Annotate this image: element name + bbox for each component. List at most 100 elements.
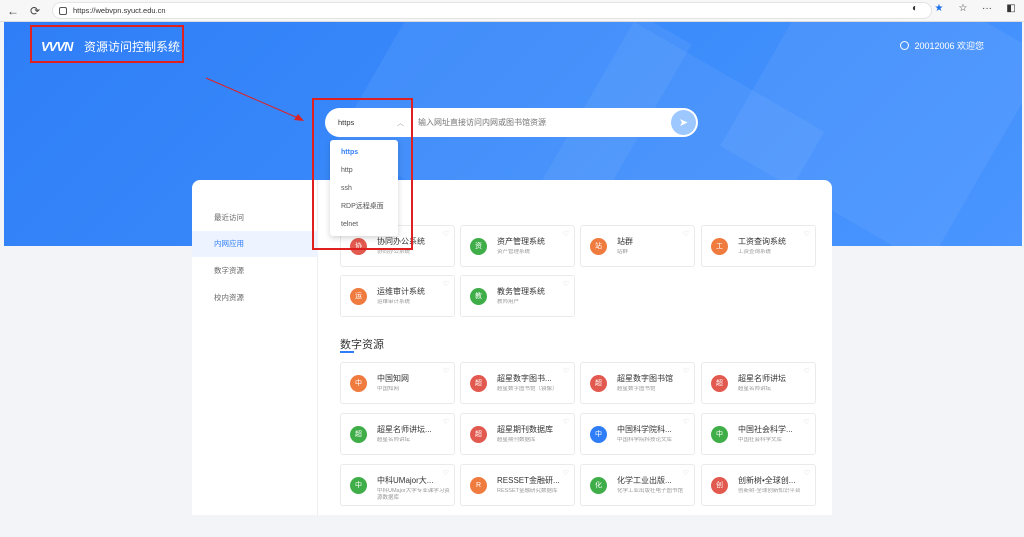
address-bar[interactable]: https://webvpn.syuct.edu.cn — [52, 2, 932, 19]
resource-card[interactable]: 中 中科UMajor大... 中科UMajor大学专业课学习资源数据库 ♡ — [340, 464, 455, 506]
app-subtitle: 资产管理系统 — [497, 249, 531, 255]
sidebar: 最近访问 内网应用 数字资源 校内资源 — [192, 180, 318, 515]
resource-badge: 超 — [350, 426, 367, 443]
resource-card[interactable]: 化 化学工业出版... 化学工业出版社电子图书馆 ♡ — [580, 464, 695, 506]
lock-icon — [59, 6, 67, 15]
resource-subtitle: 化学工业出版社电子图书馆 — [617, 488, 684, 494]
favorite-heart-icon[interactable]: ♡ — [563, 469, 569, 477]
more-icon[interactable]: ··· — [980, 3, 994, 14]
app-card[interactable]: 资 资产管理系统 资产管理系统 ♡ — [460, 225, 575, 267]
resource-badge: 中 — [590, 426, 607, 443]
resource-subtitle: 超星名师讲坛 — [738, 386, 772, 392]
favorites-icon[interactable]: ☆ — [956, 3, 970, 14]
highlight-box-protocol — [312, 98, 413, 250]
app-title: 工资查询系统 — [738, 237, 786, 246]
resource-panel: 最近访问 内网应用 数字资源 校内资源 协 协同办公系统 协同办公系统 ♡ 资 … — [192, 180, 832, 515]
resource-card[interactable]: 超 超星期刊数据库 超星期刊数据库 ♡ — [460, 413, 575, 455]
app-title: 教务管理系统 — [497, 287, 545, 296]
resource-title: 超星数字图书... — [497, 374, 552, 383]
resource-title: 中国科学院科... — [617, 425, 672, 434]
resource-badge: 超 — [470, 375, 487, 392]
favorite-heart-icon[interactable]: ♡ — [804, 230, 810, 238]
app-title: 资产管理系统 — [497, 237, 545, 246]
resource-subtitle: 中国社会科学文库 — [738, 437, 783, 443]
favorite-heart-icon[interactable]: ♡ — [683, 230, 689, 238]
favorite-heart-icon[interactable]: ♡ — [804, 367, 810, 375]
resource-card[interactable]: 超 超星名师讲坛... 超星名师讲坛 ♡ — [340, 413, 455, 455]
app-title: 运维审计系统 — [377, 287, 425, 296]
resource-badge: 化 — [590, 477, 607, 494]
app-card[interactable]: 教 教务管理系统 教师用户 ♡ — [460, 275, 575, 317]
favorite-heart-icon[interactable]: ♡ — [443, 230, 449, 238]
sidebar-toggle-icon[interactable]: ◧ — [1004, 3, 1018, 14]
app-subtitle: 运维审计系统 — [377, 299, 411, 305]
back-icon[interactable]: ← — [4, 2, 22, 20]
resource-card[interactable]: 超 超星数字图书... 超星数字图书馆（镜像） ♡ — [460, 362, 575, 404]
resource-card[interactable]: 超 超星名师讲坛 超星名师讲坛 ♡ — [701, 362, 816, 404]
resource-badge: R — [470, 477, 487, 494]
star-icon[interactable]: ★ — [932, 3, 946, 14]
favorite-heart-icon[interactable]: ♡ — [443, 367, 449, 375]
resource-card[interactable]: R RESSET金融研... RESSET金融研究数据库 ♡ — [460, 464, 575, 506]
favorite-heart-icon[interactable]: ♡ — [683, 367, 689, 375]
url-text: https://webvpn.syuct.edu.cn — [73, 6, 166, 15]
favorite-heart-icon[interactable]: ♡ — [563, 367, 569, 375]
resource-subtitle: 超星数字图书馆 — [617, 386, 656, 392]
favorite-heart-icon[interactable]: ♡ — [563, 280, 569, 288]
paper-plane-icon: ➤ — [678, 117, 689, 129]
user-label: 20012006 欢迎您 — [914, 41, 984, 51]
resource-subtitle: 超星期刊数据库 — [497, 437, 536, 443]
resource-title: 创新树•全球创... — [738, 476, 796, 485]
app-card[interactable]: 工 工资查询系统 工资查询系统 ♡ — [701, 225, 816, 267]
reload-icon[interactable]: ⟳ — [26, 2, 44, 20]
favorite-heart-icon[interactable]: ♡ — [443, 469, 449, 477]
resource-subtitle: 超星名师讲坛 — [377, 437, 411, 443]
resource-card[interactable]: 超 超星数字图书馆 超星数字图书馆 ♡ — [580, 362, 695, 404]
favorite-heart-icon[interactable]: ♡ — [683, 469, 689, 477]
user-icon — [900, 41, 910, 50]
search-input[interactable] — [418, 118, 658, 127]
favorite-heart-icon[interactable]: ♡ — [443, 418, 449, 426]
app-subtitle: 协同办公系统 — [377, 249, 411, 255]
resource-badge: 中 — [350, 477, 367, 494]
sidebar-item-digital[interactable]: 数字资源 — [192, 258, 318, 284]
resource-title: 超星数字图书馆 — [617, 374, 673, 383]
app-card[interactable]: 站 站群 站群 ♡ — [580, 225, 695, 267]
app-subtitle: 工资查询系统 — [738, 249, 772, 255]
resource-card[interactable]: 中 中国社会科学... 中国社会科学文库 ♡ — [701, 413, 816, 455]
favorite-heart-icon[interactable]: ♡ — [563, 418, 569, 426]
resource-title: 中国社会科学... — [738, 425, 793, 434]
resource-title: 超星名师讲坛... — [377, 425, 432, 434]
app-badge: 运 — [350, 288, 367, 305]
app-badge: 资 — [470, 238, 487, 255]
user-info[interactable]: 20012006 欢迎您 — [900, 39, 984, 52]
resource-badge: 超 — [590, 375, 607, 392]
sidebar-item-intranet[interactable]: 内网应用 — [192, 231, 318, 257]
resource-title: 中国知网 — [377, 374, 409, 383]
resource-subtitle: RESSET金融研究数据库 — [497, 488, 558, 494]
favorite-heart-icon[interactable]: ♡ — [804, 418, 810, 426]
sidebar-item-recent[interactable]: 最近访问 — [192, 205, 318, 231]
resource-title: 超星名师讲坛 — [738, 374, 786, 383]
resource-subtitle: 中科UMajor大学专业课学习资源数据库 — [377, 488, 450, 501]
resource-subtitle: 创新树-全球创新知识平台 — [738, 488, 801, 494]
resource-card[interactable]: 中 中国知网 中国知网 ♡ — [340, 362, 455, 404]
app-badge: 教 — [470, 288, 487, 305]
favorite-heart-icon[interactable]: ♡ — [563, 230, 569, 238]
app-card[interactable]: 运 运维审计系统 运维审计系统 ♡ — [340, 275, 455, 317]
favorite-heart-icon[interactable]: ♡ — [804, 469, 810, 477]
send-button[interactable]: ➤ — [671, 110, 696, 135]
resource-card[interactable]: 中 中国科学院科... 中国科学院科技论文库 ♡ — [580, 413, 695, 455]
site-logo[interactable]: VVVN — [41, 39, 73, 54]
app-badge: 工 — [711, 238, 728, 255]
app-title: 站群 — [617, 237, 633, 246]
sidebar-item-campus[interactable]: 校内资源 — [192, 285, 318, 311]
app-subtitle: 站群 — [617, 249, 629, 255]
resource-badge: 创 — [711, 477, 728, 494]
app-subtitle: 教师用户 — [497, 299, 520, 305]
favorite-heart-icon[interactable]: ♡ — [443, 280, 449, 288]
translate-icon[interactable]: ◐ — [908, 3, 922, 14]
resource-card[interactable]: 创 创新树•全球创... 创新树-全球创新知识平台 ♡ — [701, 464, 816, 506]
favorite-heart-icon[interactable]: ♡ — [683, 418, 689, 426]
resource-subtitle: 中国知网 — [377, 386, 400, 392]
